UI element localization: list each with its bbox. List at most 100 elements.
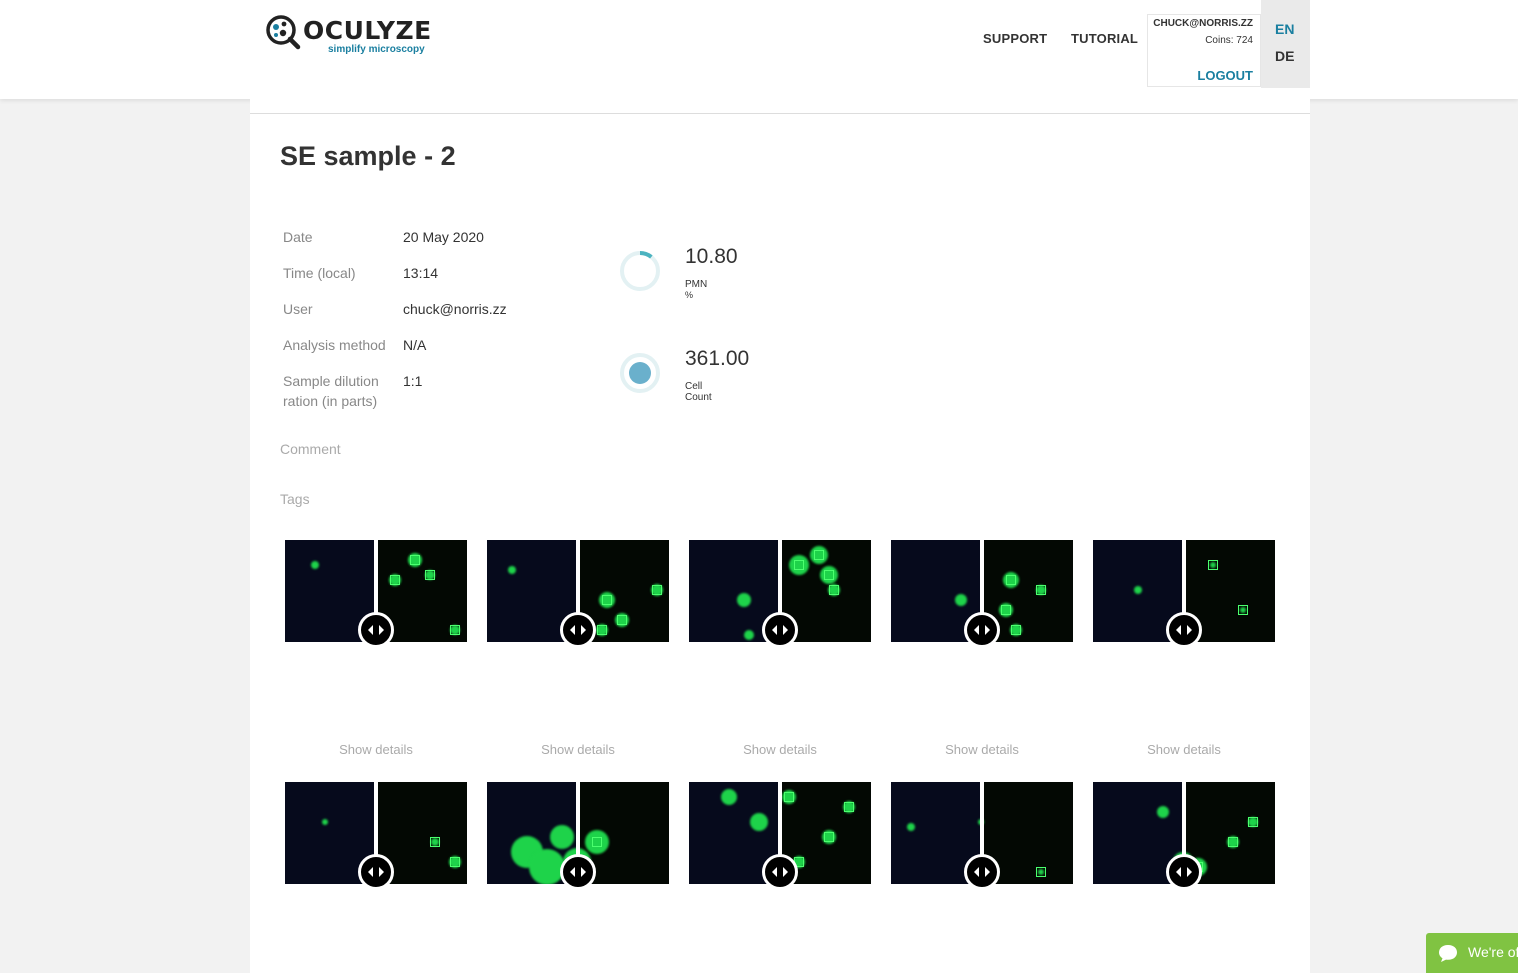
left-right-arrows-icon	[772, 625, 788, 635]
chat-widget[interactable]: We're offline	[1426, 933, 1518, 973]
cell-blob	[907, 823, 915, 831]
compare-slider-handle[interactable]	[1166, 612, 1202, 648]
detection-box	[1208, 560, 1218, 570]
detection-box	[430, 837, 440, 847]
logo-name: OCULYZE	[303, 16, 432, 45]
info-value: 13:14	[403, 265, 439, 281]
left-right-arrows-icon	[974, 867, 990, 877]
cell-blob	[550, 825, 574, 849]
chat-bubble-icon	[1439, 945, 1457, 962]
cell-blob	[508, 566, 516, 574]
main-content: SE sample - 2 Date 20 May 2020 Time (loc…	[250, 99, 1310, 973]
chat-text: We're offline	[1468, 944, 1518, 960]
pmn-label: PMN	[685, 279, 708, 290]
logo[interactable]: OCULYZE simplify microscopy	[265, 14, 431, 60]
detection-box	[597, 625, 607, 635]
nav-tutorial[interactable]: TUTORIAL	[1071, 31, 1138, 46]
language-switcher: EN DE	[1261, 0, 1310, 88]
cell-blob	[737, 593, 751, 607]
detection-box	[1036, 867, 1046, 877]
cell-blob	[750, 813, 768, 831]
detection-box	[592, 837, 602, 847]
detection-box	[450, 857, 460, 867]
cell-blob	[311, 561, 319, 569]
left-right-arrows-icon	[1176, 625, 1192, 635]
compare-slider-handle[interactable]	[358, 612, 394, 648]
detection-box	[390, 575, 400, 585]
left-right-arrows-icon	[368, 867, 384, 877]
pmn-ring-chart	[620, 251, 660, 291]
detection-box	[425, 570, 435, 580]
cell-blob	[1134, 586, 1142, 594]
compare-slider-handle[interactable]	[762, 612, 798, 648]
detection-box	[824, 832, 834, 842]
detection-box	[784, 792, 794, 802]
detection-box	[410, 555, 420, 565]
cell-blob	[1157, 806, 1169, 818]
cell-blob	[721, 789, 737, 805]
show-details-link[interactable]: Show details	[689, 742, 871, 757]
detection-box	[652, 585, 662, 595]
compare-slider-handle[interactable]	[560, 854, 596, 890]
cell-blob	[955, 594, 967, 606]
detection-box	[1006, 575, 1016, 585]
compare-slider-handle[interactable]	[358, 854, 394, 890]
info-value: 1:1	[403, 373, 423, 389]
left-right-arrows-icon	[1176, 867, 1192, 877]
info-value: chuck@norris.zz	[403, 301, 507, 317]
info-label: Sample dilution ration (in parts)	[283, 373, 379, 409]
detection-box	[844, 802, 854, 812]
pmn-value: 10.80	[685, 245, 738, 268]
info-value: 20 May 2020	[403, 229, 484, 245]
microscope-lens-icon	[266, 15, 301, 50]
left-right-arrows-icon	[570, 867, 586, 877]
compare-slider-handle[interactable]	[1166, 854, 1202, 890]
detection-box	[1011, 625, 1021, 635]
compare-slider-handle[interactable]	[964, 612, 1000, 648]
comment-label[interactable]: Comment	[280, 441, 341, 457]
logo-tagline: simplify microscopy	[328, 44, 425, 55]
detection-box	[450, 625, 460, 635]
lang-en[interactable]: EN	[1275, 21, 1294, 37]
detection-box	[824, 570, 834, 580]
cell-count-dot	[620, 353, 660, 393]
detection-box	[1248, 817, 1258, 827]
show-details-link[interactable]: Show details	[285, 742, 467, 757]
compare-slider-handle[interactable]	[560, 612, 596, 648]
logout-link[interactable]: LOGOUT	[1197, 68, 1253, 83]
cell-blob	[744, 630, 754, 640]
info-label: Analysis method	[283, 337, 386, 353]
tags-label[interactable]: Tags	[280, 491, 310, 507]
detection-box	[1001, 605, 1011, 615]
left-right-arrows-icon	[368, 625, 384, 635]
nav-support[interactable]: SUPPORT	[983, 31, 1047, 46]
left-right-arrows-icon	[974, 625, 990, 635]
divider	[250, 113, 1310, 114]
user-box: CHUCK@NORRIS.ZZ Coins: 724 LOGOUT	[1147, 14, 1261, 87]
cell-blob	[322, 819, 328, 825]
detection-box	[829, 585, 839, 595]
detection-box	[814, 550, 824, 560]
info-label: Date	[283, 229, 313, 245]
cell-count-value: 361.00	[685, 347, 750, 370]
cell-count-label: Cell Count	[685, 381, 712, 403]
info-value: N/A	[403, 337, 427, 353]
show-details-link[interactable]: Show details	[487, 742, 669, 757]
user-email: CHUCK@NORRIS.ZZ	[1153, 18, 1253, 29]
info-label: User	[283, 301, 313, 317]
compare-slider-handle[interactable]	[762, 854, 798, 890]
pmn-unit: %	[685, 290, 694, 300]
show-details-link[interactable]: Show details	[891, 742, 1073, 757]
compare-slider-handle[interactable]	[964, 854, 1000, 890]
detection-box	[602, 595, 612, 605]
top-bar: OCULYZE simplify microscopy SUPPORT TUTO…	[0, 0, 1518, 99]
detection-box	[794, 560, 804, 570]
detection-box	[1036, 585, 1046, 595]
info-label: Time (local)	[283, 265, 356, 281]
detection-box	[1228, 837, 1238, 847]
lang-de[interactable]: DE	[1275, 48, 1294, 64]
left-right-arrows-icon	[772, 867, 788, 877]
coins-balance: Coins: 724	[1205, 35, 1253, 46]
detection-box	[1238, 605, 1248, 615]
show-details-link[interactable]: Show details	[1093, 742, 1275, 757]
